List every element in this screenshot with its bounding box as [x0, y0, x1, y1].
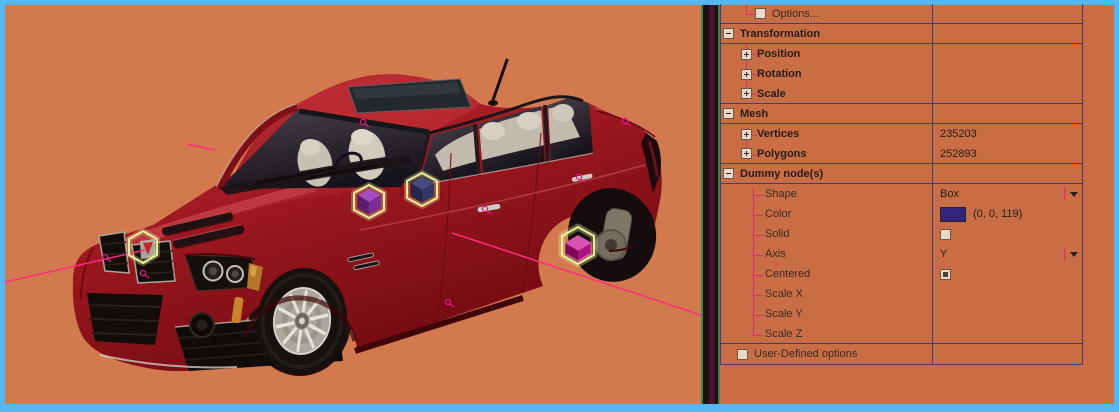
row-label: Color	[765, 208, 791, 220]
shape-value: Box	[933, 188, 959, 200]
row-scale-z[interactable]: Scale Z	[721, 324, 1082, 344]
window-content: Options... Transformation Position Rotat…	[5, 5, 1114, 404]
property-grid: Options... Transformation Position Rotat…	[720, 4, 1083, 365]
color-swatch[interactable]	[940, 207, 966, 222]
axis-value: Y	[933, 248, 947, 260]
options-checkbox[interactable]	[755, 8, 766, 19]
collapse-icon[interactable]	[723, 28, 734, 39]
row-solid[interactable]: Solid	[721, 224, 1082, 244]
row-label: Axis	[765, 248, 786, 260]
row-label: Solid	[765, 228, 789, 240]
dropdown-separator	[1064, 247, 1065, 261]
3d-viewport[interactable]	[5, 5, 701, 404]
row-scale-y[interactable]: Scale Y	[721, 304, 1082, 324]
section-label: Mesh	[740, 108, 768, 120]
row-transformation[interactable]: Transformation	[721, 24, 1082, 44]
row-label: Rotation	[757, 68, 802, 80]
row-label: Scale Y	[765, 308, 803, 320]
row-label: Centered	[765, 268, 810, 280]
vertices-value: 235203	[933, 128, 977, 140]
section-label: Transformation	[740, 28, 820, 40]
row-label: Position	[757, 48, 800, 60]
expand-icon[interactable]	[741, 148, 752, 159]
row-label: Options...	[772, 8, 819, 20]
expand-icon[interactable]	[741, 69, 752, 80]
row-polygons[interactable]: Polygons 252893	[721, 144, 1082, 164]
centered-checkbox[interactable]	[940, 269, 951, 280]
row-label: Scale Z	[765, 328, 802, 340]
row-label: Vertices	[757, 128, 799, 140]
row-rotation[interactable]: Rotation	[721, 64, 1082, 84]
headlight	[185, 254, 263, 291]
application-window: Options... Transformation Position Rotat…	[0, 0, 1119, 412]
row-label: User-Defined options	[754, 348, 857, 360]
row-position[interactable]: Position	[721, 44, 1082, 64]
collapse-icon[interactable]	[723, 108, 734, 119]
row-scale[interactable]: Scale	[721, 84, 1082, 104]
collapse-icon[interactable]	[723, 168, 734, 179]
helper-line-windshield	[187, 144, 215, 150]
user-defined-options-checkbox[interactable]	[737, 349, 748, 360]
row-options[interactable]: Options...	[721, 4, 1082, 24]
properties-panel: Options... Transformation Position Rotat…	[720, 5, 1114, 404]
row-centered[interactable]: Centered	[721, 264, 1082, 284]
expand-icon[interactable]	[741, 88, 752, 99]
row-label: Polygons	[757, 148, 807, 160]
chevron-down-icon[interactable]	[1070, 192, 1078, 197]
row-vertices[interactable]: Vertices 235203	[721, 124, 1082, 144]
row-mesh[interactable]: Mesh	[721, 104, 1082, 124]
dropdown-separator	[1064, 187, 1065, 201]
row-label: Scale X	[765, 288, 803, 300]
row-dummy-nodes[interactable]: Dummy node(s)	[721, 164, 1082, 184]
row-color[interactable]: Color (0, 0, 119)	[721, 204, 1082, 224]
polygons-value: 252893	[933, 148, 977, 160]
expand-icon[interactable]	[741, 49, 752, 60]
dummy-node-hood-cube[interactable]	[354, 185, 384, 218]
row-scale-x[interactable]: Scale X	[721, 284, 1082, 304]
dummy-node-mirror-cube[interactable]	[407, 173, 437, 206]
antenna	[488, 60, 507, 106]
row-axis[interactable]: Axis Y	[721, 244, 1082, 264]
chevron-down-icon[interactable]	[1070, 252, 1078, 257]
row-user-defined-options[interactable]: User-Defined options	[721, 344, 1082, 364]
car-scene	[5, 5, 701, 404]
color-value: (0, 0, 119)	[966, 208, 1022, 220]
expand-icon[interactable]	[741, 129, 752, 140]
viewport-panel-splitter[interactable]	[701, 5, 720, 404]
row-label: Scale	[757, 88, 786, 100]
solid-checkbox[interactable]	[940, 229, 951, 240]
row-shape[interactable]: Shape Box	[721, 184, 1082, 204]
section-label: Dummy node(s)	[740, 168, 823, 180]
row-label: Shape	[765, 188, 797, 200]
